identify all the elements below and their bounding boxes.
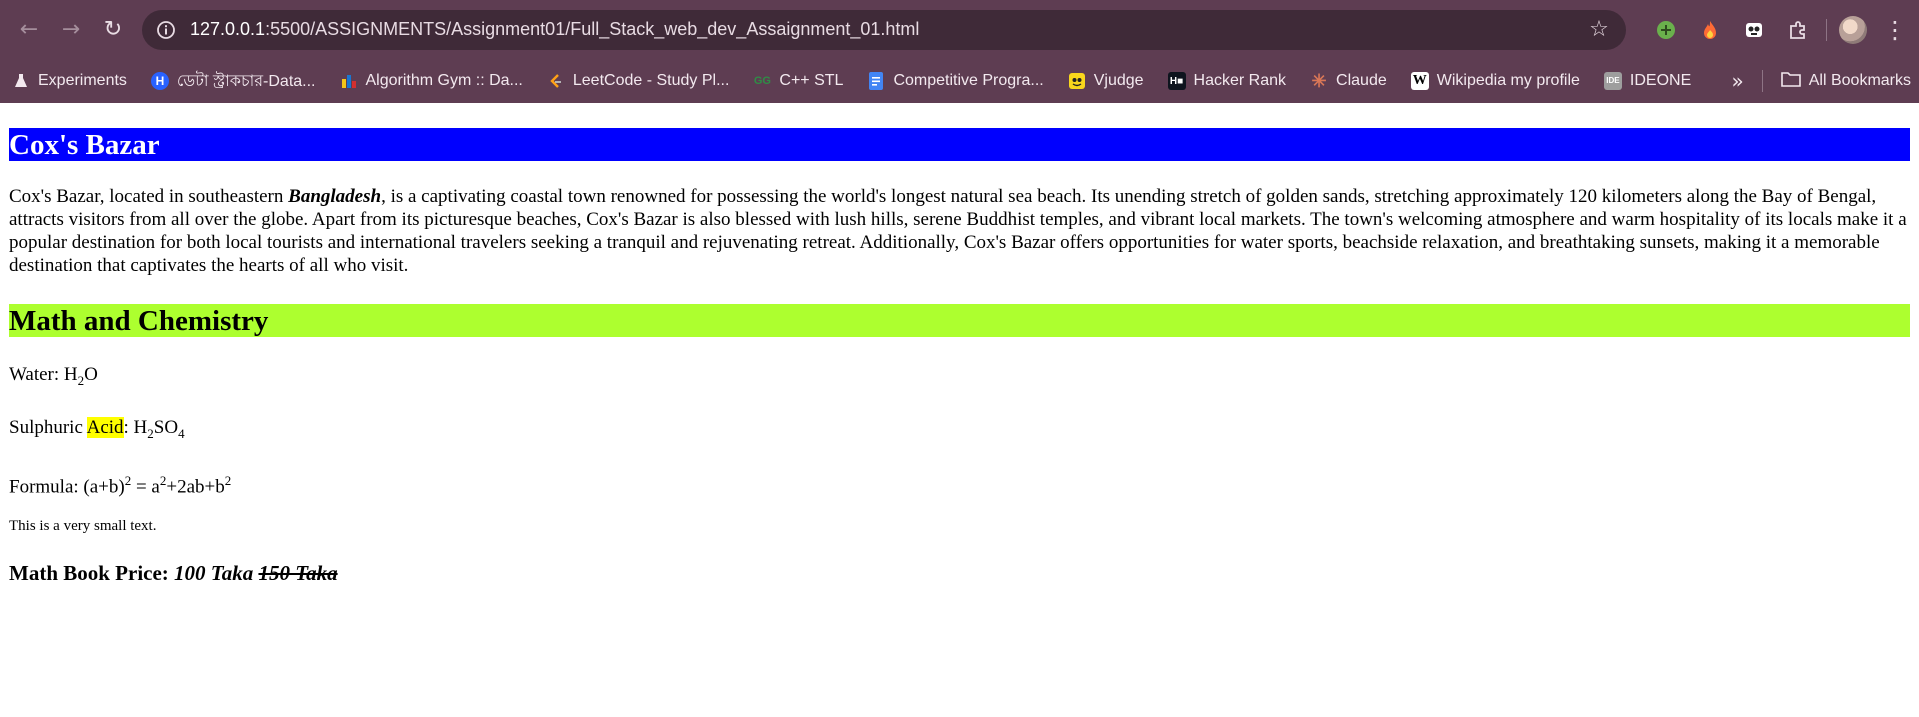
folder-icon [1780,71,1801,92]
all-bookmarks-button[interactable]: All Bookmarks [1780,71,1911,92]
bookmarks-overflow-chevron-icon[interactable]: » [1732,69,1744,93]
hashnode-icon: H [150,72,169,90]
url-text[interactable]: 127.0.0.1:5500/ASSIGNMENTS/Assignment01/… [190,19,1584,40]
bookmark-star-icon[interactable]: ☆ [1584,17,1614,42]
price-current: 100 Taka [174,560,254,585]
extensions-puzzle-icon[interactable] [1780,12,1816,48]
price-old: 150 Taka [258,560,338,585]
wikipedia-icon: W [1410,72,1429,90]
bookmark-data-structure[interactable]: H ডেটা স্ট্রাকচার-Data... [150,68,316,95]
toolbar-divider [1826,18,1827,41]
water-formula: Water: H2O [9,363,1910,392]
bookmark-label: Vjudge [1093,72,1144,89]
vjudge-icon [1068,72,1086,90]
bookmark-label: Experiments [38,72,127,89]
extension-panda-icon[interactable] [1736,12,1772,48]
formula-sup-3: 2 [224,472,232,488]
intro-text-start: Cox's Bazar, located in southeastern [9,186,289,207]
sulphuric-subscript-o: 4 [178,425,185,441]
avatar-icon [1839,15,1867,44]
sulphuric-acid-formula: Sulphuric Acid: H2SO4 [9,416,1910,445]
sulphuric-h: : H [123,416,148,438]
back-button[interactable]: ← [10,11,48,49]
intro-paragraph: Cox's Bazar, located in southeastern Ban… [9,185,1910,277]
bookmark-label: Claude [1336,72,1387,89]
sulphuric-label: Sulphuric [9,416,87,438]
bookmark-label: IDEONE [1629,72,1692,89]
water-end: O [84,364,98,385]
bookmark-label: Algorithm Gym :: Da... [365,72,523,89]
price-label: Math Book Price: [9,560,175,585]
bookmark-claude[interactable]: ✳ Claude [1310,70,1387,91]
toolbar: ← → ↻ 127.0.0.1:5500/ASSIGNMENTS/Assignm… [0,0,1919,59]
extension-plus-icon[interactable] [1648,12,1684,48]
browser-chrome: ← → ↻ 127.0.0.1:5500/ASSIGNMENTS/Assignm… [0,0,1919,103]
intro-emphasis: Bangladesh [288,186,382,207]
bookmark-experiments[interactable]: Experiments [12,72,127,90]
acid-highlight: Acid [86,416,124,438]
site-info-icon[interactable] [152,16,180,44]
bookmark-label: C++ STL [779,72,844,89]
flask-icon [12,72,30,90]
algebra-formula: Formula: (a+b)2 = a2+2ab+b2 [9,469,1910,498]
formula-mid: = a [131,475,160,497]
docs-icon [867,72,885,90]
water-label: Water: H [9,364,78,385]
bookmark-algorithm-gym[interactable]: Algorithm Gym :: Da... [340,72,523,90]
bookmark-label: Competitive Progra... [893,72,1044,89]
bookmark-wikipedia[interactable]: W Wikipedia my profile [1410,72,1580,90]
section-heading: Math and Chemistry [9,304,1910,337]
profile-avatar[interactable] [1835,12,1871,48]
hackerrank-icon: H■ [1167,72,1186,90]
book-price: Math Book Price: 100 Taka 150 Taka [9,561,1910,586]
bookmark-label: Hacker Rank [1193,72,1287,89]
bookmark-competitive-programming[interactable]: Competitive Progra... [867,72,1044,90]
bookmark-label: ডেটা স্ট্রাকচার-Data... [176,72,316,90]
small-text: This is a very small text. [9,517,157,534]
reload-button[interactable]: ↻ [94,11,132,49]
claude-icon: ✳ [1311,70,1327,91]
bookmark-cpp-stl[interactable]: GG C++ STL [753,72,844,90]
bookmarks-bar: Experiments H ডেটা স্ট্রাকচার-Data... Al… [0,59,1919,103]
bookmark-label: Wikipedia my profile [1436,72,1580,89]
gfg-icon: GG [753,75,771,87]
bookmark-vjudge[interactable]: Vjudge [1068,72,1144,90]
bookmark-leetcode[interactable]: LeetCode - Study Pl... [547,72,730,90]
leetcode-icon [547,72,565,90]
ideone-icon: IDE [1603,72,1622,90]
formula-label: Formula: (a+b) [9,475,125,497]
bookmarks-divider [1761,70,1763,92]
page-content: Cox's Bazar Cox's Bazar, located in sout… [0,128,1919,586]
bookmark-hackerrank[interactable]: H■ Hacker Rank [1167,72,1287,90]
url-host: 127.0.0.1 [190,19,266,39]
menu-kebab-icon[interactable]: ⋮ [1883,16,1907,44]
forward-button[interactable]: → [52,11,90,49]
bookmark-ideone[interactable]: IDE IDEONE [1603,72,1692,90]
page-title: Cox's Bazar [9,128,1910,161]
all-bookmarks-label: All Bookmarks [1808,72,1911,89]
address-bar[interactable]: 127.0.0.1:5500/ASSIGNMENTS/Assignment01/… [142,9,1626,50]
bookmark-label: LeetCode - Study Pl... [572,72,730,89]
codeforces-icon [340,72,358,90]
sulphuric-so: SO [153,416,179,438]
formula-mid-2: +2ab+b [166,475,225,497]
extension-flame-icon[interactable] [1692,12,1728,48]
url-path: :5500/ASSIGNMENTS/Assignment01/Full_Stac… [265,19,920,39]
